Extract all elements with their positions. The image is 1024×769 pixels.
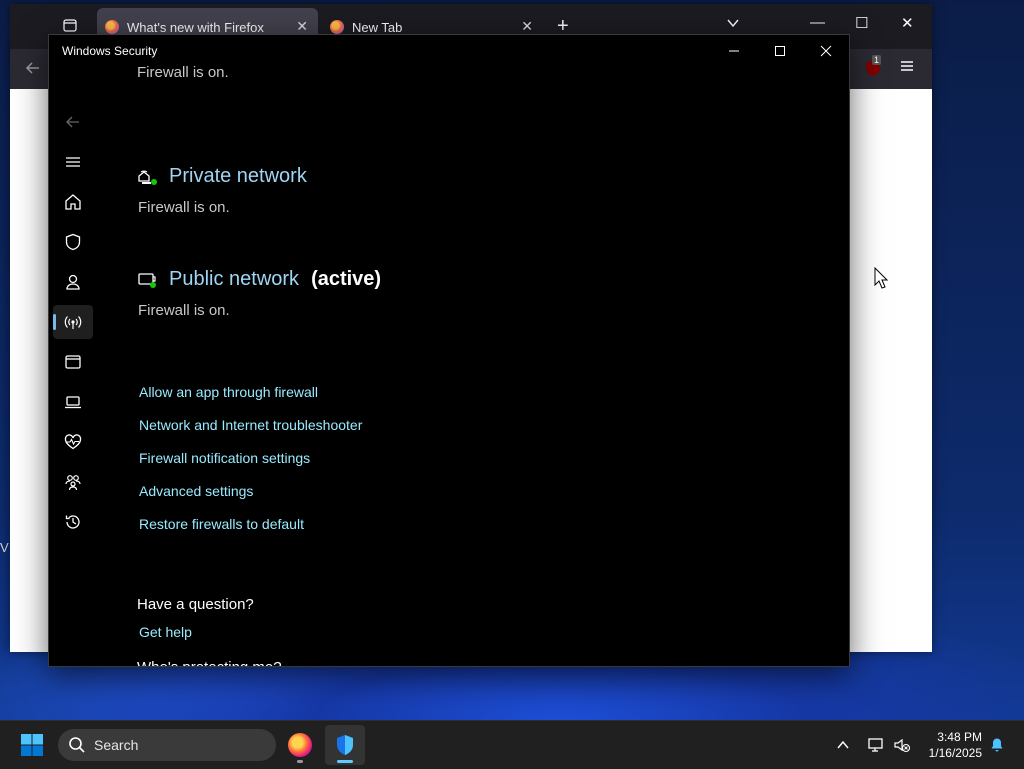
firefox-close-button[interactable]: ✕ [901,14,914,32]
window-title: Windows Security [62,44,158,58]
home-icon [65,194,81,210]
security-title-bar: Windows Security [49,35,849,67]
firefox-menu-icon[interactable] [899,58,915,78]
back-arrow-icon [66,116,79,128]
settings-gear-icon [65,666,81,667]
nav-app-browser-control[interactable] [53,345,93,379]
security-nav-rail [49,67,95,666]
firefox-logo-icon [105,20,119,34]
nav-account-protection[interactable] [53,265,93,299]
private-network-link[interactable]: Private network [137,165,307,188]
close-button[interactable] [803,35,849,67]
volume-muted-icon[interactable] [888,725,916,765]
nav-home[interactable] [53,185,93,219]
private-network-title: Private network [169,165,307,187]
shield-icon [65,233,81,251]
nav-device-health[interactable] [53,425,93,459]
firefox-minimize-button[interactable]: — [810,14,825,31]
heart-health-icon [64,434,82,450]
nav-firewall-network[interactable] [53,305,93,339]
public-network-link[interactable]: Public network (active) [137,268,381,291]
tab-title: What's new with Firefox [127,19,264,35]
desktop-partial-text: V [0,540,9,555]
allow-app-link[interactable]: Allow an app through firewall [139,384,318,400]
system-clock[interactable]: 3:48 PM 1/16/2025 [929,729,982,761]
private-network-status: Firewall is on. [138,199,230,216]
history-icon [65,515,80,529]
taskbar-search-box[interactable]: Search [58,729,276,761]
have-a-question-heading: Have a question? [137,596,254,613]
firefox-logo-icon [288,733,312,757]
nav-settings[interactable] [53,657,93,667]
get-help-link[interactable]: Get help [139,624,192,640]
family-icon [65,475,81,491]
extension-badge: 1 [872,55,882,65]
firefox-maximize-button[interactable]: ☐ [855,14,868,32]
show-hidden-icons-chevron-icon[interactable] [825,725,861,765]
minimize-button[interactable] [711,35,757,67]
clock-time: 3:48 PM [937,730,982,744]
taskbar-windows-security[interactable] [325,725,365,765]
ublock-extension-icon[interactable]: 1 [863,55,883,82]
clock-date: 1/16/2025 [928,746,982,760]
close-tab-icon[interactable]: ✕ [296,18,308,35]
running-indicator [297,760,303,763]
app-browser-icon [65,355,81,369]
back-arrow-icon[interactable] [24,59,42,81]
public-network-status: Firewall is on. [138,302,230,319]
selected-indicator [53,314,56,330]
nav-menu-button[interactable] [53,145,93,179]
nav-protection-history[interactable] [53,505,93,539]
nav-device-security[interactable] [53,385,93,419]
advanced-settings-link[interactable]: Advanced settings [139,483,253,499]
network-status-icon[interactable] [862,725,890,765]
firewall-antenna-icon [64,316,82,329]
public-network-icon [138,272,156,288]
taskbar-firefox[interactable] [280,725,320,765]
notification-settings-link[interactable]: Firewall notification settings [139,450,310,466]
device-laptop-icon [65,396,81,409]
close-tab-icon[interactable]: ✕ [521,18,533,35]
restore-defaults-link[interactable]: Restore firewalls to default [139,516,304,532]
whos-protecting-heading: Who's protecting me? [137,659,282,666]
search-placeholder: Search [94,737,139,753]
firefox-logo-icon [330,20,344,34]
active-indicator [337,760,353,763]
start-button[interactable] [12,725,52,765]
nav-virus-protection[interactable] [53,225,93,259]
notification-bell-icon[interactable] [983,725,1011,765]
public-network-title: Public network [169,268,300,290]
windows-security-window: Windows Security Firewall is on. Private… [48,34,850,667]
tab-title: New Tab [352,19,403,35]
nav-family-options[interactable] [53,465,93,499]
troubleshooter-link[interactable]: Network and Internet troubleshooter [139,417,362,433]
maximize-button[interactable] [757,35,803,67]
domain-network-status: Firewall is on. [137,64,229,81]
account-person-icon [66,274,80,290]
active-label: (active) [311,268,382,290]
tab-overflow-chevron-icon[interactable] [726,16,740,34]
windows-security-shield-icon [337,735,353,755]
back-button[interactable] [53,105,93,139]
private-network-icon [138,169,157,185]
windows-logo-icon [21,734,43,756]
firewall-content: Firewall is on. Private network Firewall… [137,64,837,666]
mouse-cursor-icon [874,266,889,294]
search-icon [69,737,85,753]
taskbar: Search 3:48 PM 1/16/2025 [0,720,1024,769]
hamburger-menu-icon [66,157,80,167]
